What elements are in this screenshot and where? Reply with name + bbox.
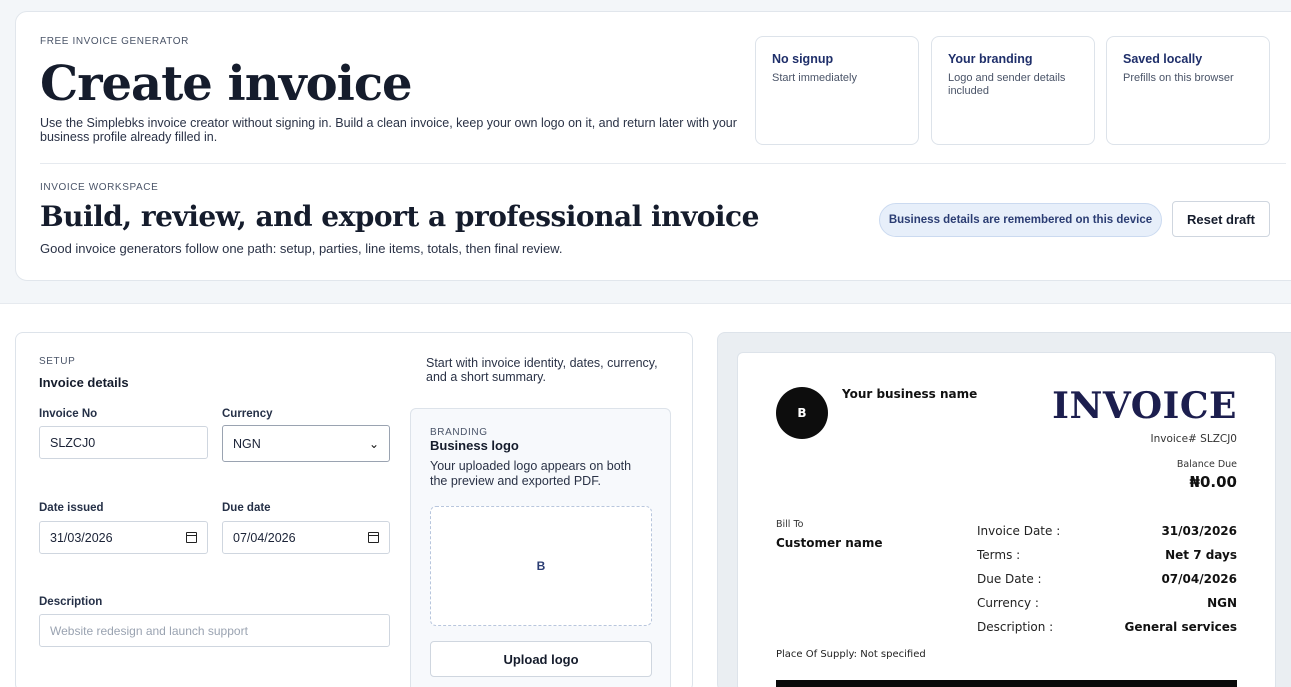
- due-date-label: Due date: [222, 502, 271, 514]
- date-issued-label: Date issued: [39, 502, 104, 514]
- setup-eyebrow: SETUP: [39, 356, 76, 367]
- feature-desc: Logo and sender details included: [948, 72, 1066, 97]
- feature-card-saved-locally: Saved locally Prefills on this browser: [1106, 36, 1270, 145]
- branding-card: BRANDING Business logo Your uploaded log…: [410, 408, 671, 687]
- invoice-meta: Invoice Date : 31/03/2026 Terms : Net 7 …: [977, 519, 1237, 639]
- business-name: Your business name: [842, 387, 978, 401]
- description-input[interactable]: Website redesign and launch support: [39, 614, 390, 647]
- invoice-preview: B Your business name INVOICE Invoice# SL…: [737, 352, 1276, 687]
- meta-label: Due Date :: [977, 572, 1042, 586]
- currency-select[interactable]: NGN ⌄: [222, 425, 390, 462]
- branding-title: Business logo: [430, 438, 519, 453]
- invoice-heading: INVOICE: [1052, 385, 1237, 427]
- hero-card: FREE INVOICE GENERATOR Create invoice Us…: [15, 11, 1291, 281]
- items-table-header-bar: [776, 680, 1237, 687]
- bill-to-label: Bill To: [776, 519, 804, 530]
- meta-label: Terms :: [977, 548, 1021, 562]
- workspace-subtitle: Good invoice generators follow one path:…: [40, 241, 563, 256]
- meta-value: 07/04/2026: [1161, 572, 1237, 586]
- business-avatar: B: [776, 387, 828, 439]
- preview-panel: B Your business name INVOICE Invoice# SL…: [717, 332, 1291, 687]
- workspace-eyebrow: INVOICE WORKSPACE: [40, 182, 159, 193]
- meta-row: Due Date : 07/04/2026: [977, 567, 1237, 591]
- feature-title: Your branding: [948, 52, 1033, 66]
- feature-title: No signup: [772, 52, 834, 66]
- date-issued-field[interactable]: 31/03/2026: [39, 521, 208, 554]
- invoice-no-field[interactable]: SLZCJ0: [39, 426, 208, 459]
- chevron-down-icon: ⌄: [368, 436, 379, 451]
- feature-card-branding: Your branding Logo and sender details in…: [931, 36, 1095, 145]
- remembered-badge: Business details are remembered on this …: [879, 203, 1162, 237]
- meta-label: Description :: [977, 620, 1054, 634]
- place-of-supply: Place Of Supply: Not specified: [776, 649, 926, 660]
- page-title: Create invoice: [40, 56, 413, 112]
- currency-label: Currency: [222, 408, 273, 420]
- date-issued-value: 31/03/2026: [50, 530, 113, 545]
- setup-title: Invoice details: [39, 375, 129, 390]
- meta-row: Description : General services: [977, 615, 1237, 639]
- due-date-value: 07/04/2026: [233, 530, 296, 545]
- meta-value: Net 7 days: [1165, 548, 1237, 562]
- workspace-title: Build, review, and export a professional…: [40, 200, 759, 233]
- meta-label: Currency :: [977, 596, 1039, 610]
- feature-desc: Prefills on this browser: [1123, 72, 1234, 84]
- meta-value: 31/03/2026: [1161, 524, 1237, 538]
- invoice-number: Invoice# SLZCJ0: [1150, 433, 1238, 445]
- upload-logo-button[interactable]: Upload logo: [430, 641, 652, 677]
- description-label: Description: [39, 596, 103, 608]
- hero-intro: Use the Simplebks invoice creator withou…: [40, 116, 737, 144]
- invoice-no-value: SLZCJ0: [50, 435, 96, 450]
- balance-due-value: ₦0.00: [1189, 473, 1237, 491]
- branding-eyebrow: BRANDING: [430, 427, 488, 438]
- currency-value: NGN: [233, 436, 261, 451]
- calendar-icon[interactable]: [368, 532, 379, 543]
- reset-draft-button[interactable]: Reset draft: [1172, 201, 1270, 237]
- meta-label: Invoice Date :: [977, 524, 1061, 538]
- hero-divider: [40, 163, 1286, 164]
- due-date-field[interactable]: 07/04/2026: [222, 521, 390, 554]
- invoice-no-label: Invoice No: [39, 408, 98, 420]
- logo-dropzone[interactable]: B: [430, 506, 652, 626]
- feature-card-no-signup: No signup Start immediately: [755, 36, 919, 145]
- hero-eyebrow: FREE INVOICE GENERATOR: [40, 36, 189, 47]
- meta-row: Invoice Date : 31/03/2026: [977, 519, 1237, 543]
- logo-placeholder-letter: B: [536, 559, 546, 573]
- feature-desc: Start immediately: [772, 72, 857, 84]
- meta-row: Terms : Net 7 days: [977, 543, 1237, 567]
- balance-due-label: Balance Due: [1176, 459, 1237, 470]
- calendar-icon[interactable]: [186, 532, 197, 543]
- description-placeholder: Website redesign and launch support: [50, 623, 248, 638]
- feature-title: Saved locally: [1123, 52, 1203, 66]
- meta-value: NGN: [1207, 596, 1237, 610]
- meta-value: General services: [1124, 620, 1237, 634]
- meta-row: Currency : NGN: [977, 591, 1237, 615]
- branding-desc: Your uploaded logo appears on both the p…: [430, 459, 632, 488]
- setup-help: Start with invoice identity, dates, curr…: [426, 356, 658, 384]
- customer-name: Customer name: [776, 536, 883, 550]
- setup-panel: SETUP Invoice details Start with invoice…: [15, 332, 693, 687]
